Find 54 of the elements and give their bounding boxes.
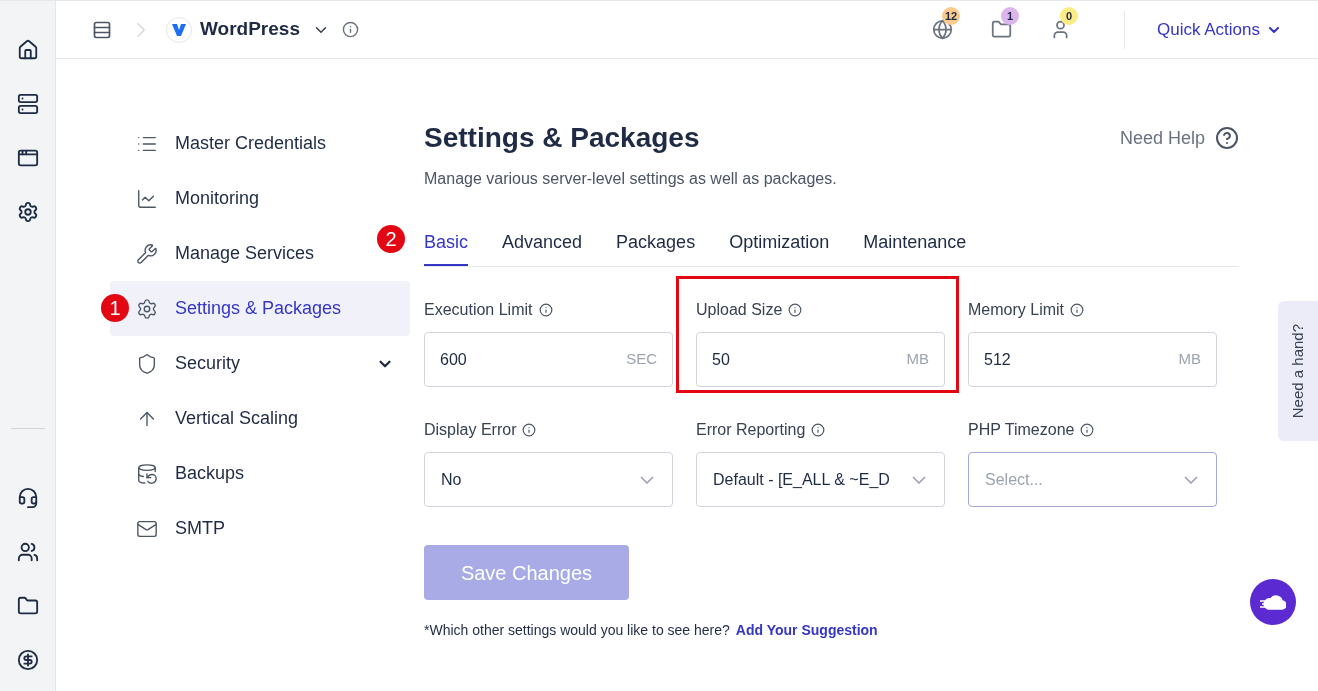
nav-item[interactable]: Master Credentials — [110, 116, 410, 171]
info-icon[interactable] — [341, 21, 359, 38]
step-marker: 2 — [377, 225, 405, 253]
settings-icon — [136, 297, 158, 320]
tab[interactable]: Packages — [616, 229, 696, 266]
chevron-down-icon — [1184, 475, 1198, 484]
page-subtitle: Manage various server-level settings as well as packages. — [424, 169, 838, 189]
info-icon[interactable] — [788, 303, 803, 317]
help-icon — [1215, 126, 1239, 150]
nav-item[interactable]: Security — [110, 336, 410, 391]
app-name: WordPress — [200, 17, 300, 42]
globe-icon[interactable] — [932, 19, 953, 40]
chart-icon — [136, 187, 158, 210]
nav-item[interactable]: Backups — [110, 446, 410, 501]
input-field[interactable]: 50 MB — [696, 332, 945, 387]
footnote-text: *Which other settings would you like to see here? — [424, 621, 730, 640]
step-marker: 1 — [101, 294, 129, 322]
count-badge: 12 — [942, 7, 961, 25]
chevron-down-icon — [640, 475, 654, 484]
need-help-link[interactable]: Need Help — [1119, 124, 1239, 152]
add-suggestion-link[interactable]: Add Your Suggestion — [735, 620, 878, 641]
need-a-hand-tab[interactable]: Need a hand? — [1278, 301, 1318, 441]
quick-actions-button[interactable]: Quick Actions — [1157, 16, 1282, 43]
count-badge: 1 — [1001, 7, 1019, 25]
field-label: Error Reporting — [696, 420, 806, 440]
shield-icon — [136, 352, 158, 375]
field-label: Memory Limit — [968, 300, 1064, 320]
nav-item[interactable]: SMTP — [110, 501, 410, 556]
select-field[interactable]: Default - [E_ALL & ~E_D — [696, 452, 945, 507]
wrench-icon — [136, 242, 158, 265]
nav-item[interactable]: Monitoring — [110, 171, 410, 226]
tab[interactable]: Maintenance — [863, 229, 967, 266]
field-label: Upload Size — [696, 300, 783, 320]
count-badge: 0 — [1060, 7, 1078, 25]
info-icon[interactable] — [522, 423, 537, 437]
input-field[interactable]: 512 MB — [968, 332, 1217, 387]
field-label: Execution Limit — [424, 300, 533, 320]
chevron-down-icon — [912, 475, 926, 484]
input-field[interactable]: 600 SEC — [424, 332, 673, 387]
chat-bot-icon[interactable] — [1250, 579, 1296, 625]
info-icon[interactable] — [811, 423, 826, 437]
server-list-icon[interactable] — [92, 19, 112, 40]
field-label: PHP Timezone — [968, 420, 1075, 440]
info-icon[interactable] — [538, 303, 553, 317]
tab[interactable]: Advanced — [502, 229, 583, 266]
tab[interactable]: Basic — [424, 229, 468, 266]
tab[interactable]: Optimization — [729, 229, 830, 266]
page-title: Settings & Packages — [424, 121, 700, 155]
info-icon[interactable] — [1080, 423, 1095, 437]
info-icon[interactable] — [1070, 303, 1084, 317]
backup-icon — [136, 462, 158, 485]
field-label: Display Error — [424, 420, 517, 440]
nav-item[interactable]: Vertical Scaling — [110, 391, 410, 446]
select-field[interactable]: No — [424, 452, 673, 507]
